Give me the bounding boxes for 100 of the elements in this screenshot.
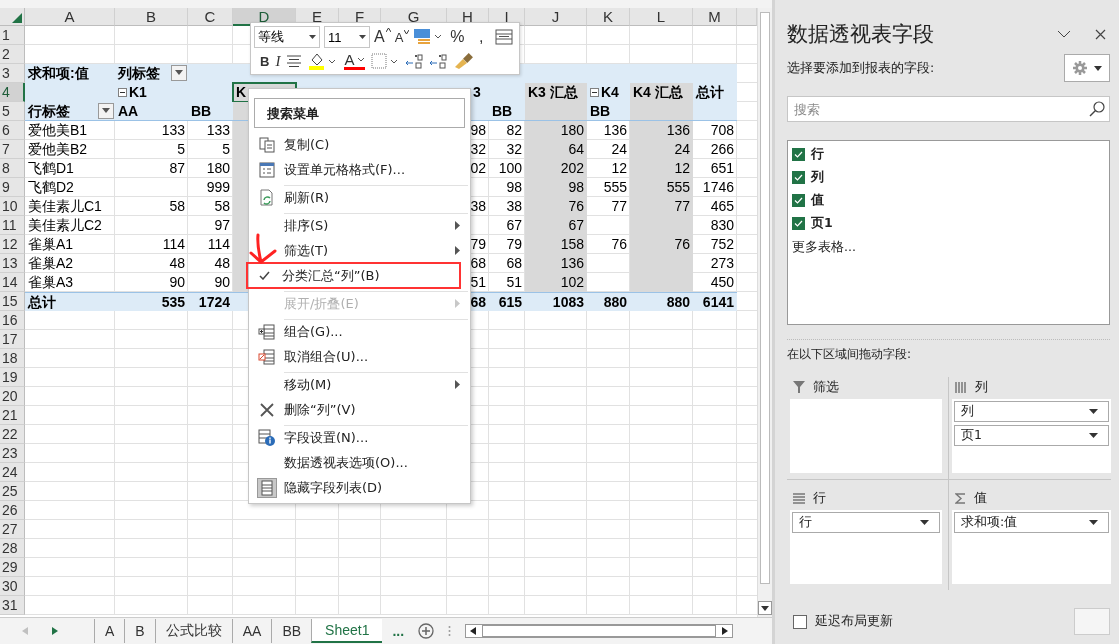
checkbox[interactable] bbox=[792, 194, 805, 207]
field-dropdown[interactable]: 页1 bbox=[954, 425, 1109, 446]
shrink-font-button[interactable]: A bbox=[394, 29, 410, 45]
panel-subtitle: 选择要添加到报表的字段: bbox=[787, 59, 935, 77]
sheet-tab[interactable]: Sheet1 bbox=[311, 619, 383, 643]
menu-item[interactable]: 删除“列”(V) bbox=[249, 397, 470, 422]
field-label: 列 bbox=[811, 169, 824, 186]
table-cell: 266 bbox=[710, 140, 734, 159]
search-menu-field[interactable]: 搜索菜单 bbox=[254, 98, 465, 128]
sheet-tab[interactable]: AA bbox=[231, 619, 272, 643]
number-format-button[interactable]: % bbox=[447, 28, 468, 46]
menu-item[interactable]: 取消组合(U)... bbox=[249, 344, 470, 369]
table-cell: 82 bbox=[506, 121, 522, 140]
scroll-thumb[interactable] bbox=[760, 12, 770, 584]
checkbox[interactable] bbox=[792, 171, 805, 184]
more-tables-link[interactable]: 更多表格... bbox=[792, 239, 856, 256]
size-select[interactable]: 11 bbox=[324, 26, 370, 48]
table-cell: 58 bbox=[169, 197, 185, 216]
scroll-down-button[interactable] bbox=[758, 601, 772, 616]
table-cell: 总计 bbox=[696, 83, 724, 102]
menu-item[interactable]: 筛选(T) bbox=[249, 238, 470, 263]
checkbox[interactable] bbox=[793, 614, 807, 629]
table-cell: 77 bbox=[611, 197, 627, 216]
sheet-tab[interactable]: 公式比较 bbox=[154, 619, 232, 643]
align-center-icon[interactable] bbox=[286, 55, 303, 67]
filter-dropdown-button[interactable] bbox=[171, 65, 187, 81]
italic-button[interactable]: I bbox=[275, 52, 281, 70]
filter-dropdown-button[interactable] bbox=[98, 103, 114, 119]
refresh-icon bbox=[258, 188, 275, 207]
field-dropdown[interactable]: 行 bbox=[792, 512, 940, 533]
menu-item[interactable]: 分类汇总“列”(B) bbox=[247, 263, 460, 288]
table-cell: 6141 bbox=[702, 293, 734, 311]
table-cell: 87 bbox=[169, 159, 185, 178]
table-cell: 32 bbox=[470, 140, 486, 159]
caret-icon bbox=[761, 605, 769, 611]
settings-button[interactable] bbox=[1064, 54, 1110, 82]
horizontal-scrollbar[interactable] bbox=[465, 624, 734, 638]
table-cell: 79 bbox=[470, 235, 486, 254]
table-cell: 雀巢A2 bbox=[28, 254, 74, 273]
scroll-right-icon[interactable] bbox=[722, 627, 729, 635]
field-label: 行 bbox=[811, 146, 824, 163]
next-sheet-icon[interactable] bbox=[52, 627, 58, 635]
submenu-arrow-icon bbox=[455, 299, 460, 308]
drop-area[interactable]: 行 bbox=[790, 510, 942, 584]
caret-icon bbox=[175, 70, 183, 76]
format-cells-icon bbox=[258, 161, 275, 178]
sheet-tab[interactable]: B bbox=[124, 619, 155, 643]
table-cell: 48 bbox=[169, 254, 185, 273]
table-cell: 133 bbox=[161, 121, 185, 140]
search-icon[interactable] bbox=[1089, 101, 1105, 117]
chevron-down-icon[interactable] bbox=[1057, 30, 1071, 38]
menu-item[interactable]: 复制(C) bbox=[249, 132, 470, 157]
table-cell: 爱他美B1 bbox=[28, 121, 88, 140]
drop-area[interactable]: 列 页1 bbox=[952, 399, 1111, 473]
field-dropdown[interactable]: 求和项:值 bbox=[954, 512, 1109, 533]
drop-area[interactable]: 求和项:值 bbox=[952, 510, 1111, 584]
format-painter-icon[interactable] bbox=[453, 53, 474, 69]
gear-icon bbox=[1072, 61, 1087, 75]
table-cell: 飞鹤D2 bbox=[28, 178, 74, 197]
decrease-decimal-icon[interactable] bbox=[429, 53, 448, 69]
table-cell: K4 bbox=[601, 83, 619, 102]
font-select[interactable]: 等线 bbox=[254, 26, 320, 48]
menu-item[interactable]: 隐藏字段列表(D) bbox=[249, 475, 470, 500]
table-cell: 76 bbox=[611, 235, 627, 254]
arrow-annotation bbox=[248, 233, 278, 265]
vertical-scrollbar[interactable] bbox=[757, 8, 772, 618]
table-cell: 38 bbox=[470, 197, 486, 216]
table-cell: 90 bbox=[169, 273, 185, 292]
menu-item[interactable]: 数据透视表选项(O)... bbox=[249, 450, 470, 475]
add-sheet-icon[interactable] bbox=[418, 623, 435, 639]
checkbox[interactable] bbox=[792, 217, 805, 230]
checkbox[interactable] bbox=[792, 148, 805, 161]
table-cell: 美佳素儿C2 bbox=[28, 216, 102, 235]
scroll-left-icon[interactable] bbox=[470, 627, 477, 635]
table-icon[interactable] bbox=[495, 29, 514, 45]
close-icon[interactable] bbox=[1095, 28, 1106, 40]
check-icon bbox=[259, 271, 270, 280]
number-format-button[interactable]: , bbox=[471, 28, 492, 46]
search-field[interactable]: 搜索 bbox=[787, 96, 1110, 122]
menu-item[interactable]: 设置单元格格式(F)... bbox=[249, 157, 470, 182]
grow-font-button[interactable]: A bbox=[374, 28, 391, 46]
more-sheets-link[interactable]: ... bbox=[392, 623, 405, 639]
table-cell: 100 bbox=[498, 159, 522, 178]
table-cell: 列标签 bbox=[118, 64, 160, 83]
sheet-tab[interactable]: A bbox=[94, 619, 125, 643]
table-cell: 555 bbox=[603, 178, 627, 197]
table-cell: 总计 bbox=[28, 293, 56, 311]
table-cell: K1 bbox=[129, 83, 147, 102]
increase-decimal-icon[interactable] bbox=[405, 53, 424, 69]
collapse-icon[interactable] bbox=[118, 88, 127, 97]
area-title: 筛选 bbox=[813, 378, 839, 396]
table-cell: BB bbox=[492, 102, 513, 120]
bold-button[interactable]: B bbox=[260, 53, 270, 69]
table-cell: 飞鹤D1 bbox=[28, 159, 74, 178]
table-cell: 708 bbox=[710, 121, 734, 140]
submenu-arrow-icon bbox=[455, 246, 460, 255]
caret-icon bbox=[357, 57, 366, 62]
font-color-button[interactable]: A bbox=[344, 52, 366, 70]
field-dropdown[interactable]: 列 bbox=[954, 401, 1109, 422]
collapse-icon[interactable] bbox=[590, 88, 599, 97]
